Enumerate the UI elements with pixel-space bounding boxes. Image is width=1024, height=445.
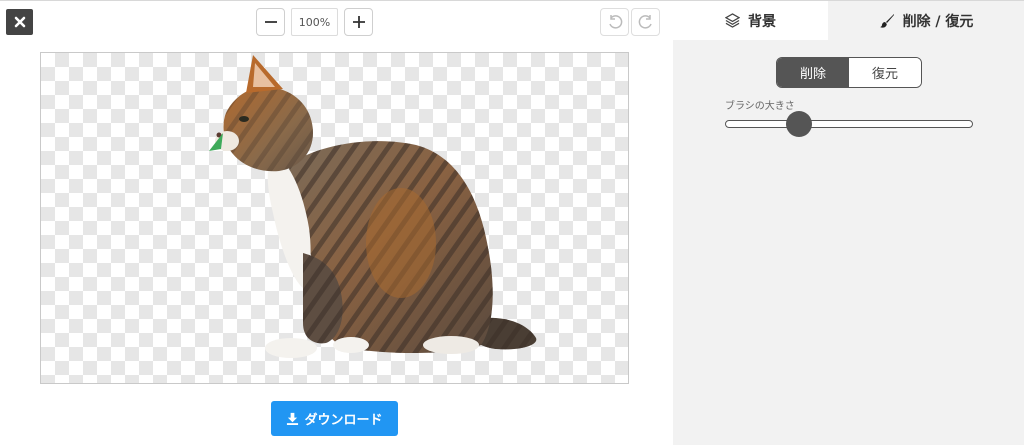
brush-size-label: ブラシの大きさ <box>725 101 795 112</box>
mode-toggle[interactable]: 削除 復元 <box>776 57 922 88</box>
plus-icon <box>352 16 365 28</box>
tab-erase-restore-label: 削除 / 復元 <box>902 13 974 30</box>
mode-restore-option[interactable]: 復元 <box>849 58 921 87</box>
tab-erase-restore[interactable]: 削除 / 復元 <box>828 1 1024 40</box>
zoom-out-button[interactable] <box>256 8 285 36</box>
download-button[interactable]: ダウンロード <box>271 401 398 436</box>
mode-erase-option[interactable]: 削除 <box>777 58 849 87</box>
brush-size-slider[interactable] <box>725 120 973 128</box>
undo-button[interactable] <box>600 8 629 36</box>
download-label: ダウンロード <box>304 413 383 428</box>
brush-icon <box>879 13 894 28</box>
redo-button[interactable] <box>631 8 660 36</box>
tab-background-label: 背景 <box>748 13 776 30</box>
image-canvas[interactable] <box>40 52 629 384</box>
zoom-in-button[interactable] <box>344 8 373 36</box>
close-button[interactable] <box>6 9 33 35</box>
redo-icon <box>638 15 652 29</box>
minus-icon <box>264 21 277 23</box>
download-icon <box>287 412 299 425</box>
layers-icon <box>725 13 740 28</box>
close-icon <box>14 16 25 28</box>
undo-icon <box>608 15 622 29</box>
cat-image <box>209 55 537 358</box>
tab-background[interactable]: 背景 <box>673 1 828 40</box>
zoom-level-display: 100% <box>291 8 338 36</box>
